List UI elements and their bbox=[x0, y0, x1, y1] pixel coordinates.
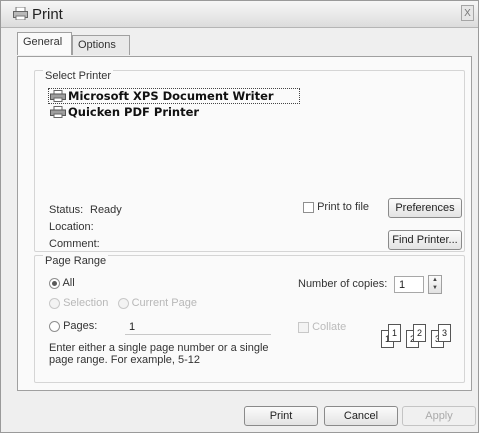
title-bar: Print X bbox=[1, 1, 478, 28]
range-all-label: All bbox=[62, 277, 75, 289]
cancel-button[interactable]: Cancel bbox=[324, 406, 398, 426]
range-selection-radio bbox=[49, 297, 60, 309]
range-pages-option[interactable]: Pages: bbox=[49, 320, 97, 332]
range-current-page-radio bbox=[117, 297, 129, 309]
print-to-file-option[interactable]: Print to file bbox=[303, 201, 369, 213]
collate-label: Collate bbox=[312, 321, 347, 333]
copies-spinner[interactable]: ▲ ▼ bbox=[428, 275, 442, 294]
collate-checkbox bbox=[298, 321, 309, 333]
page-range-group: Page Range All Selection Current Page Pa… bbox=[34, 255, 465, 383]
spin-up-icon[interactable]: ▲ bbox=[429, 276, 441, 284]
close-button[interactable]: X bbox=[461, 5, 474, 21]
print-to-file-label: Print to file bbox=[317, 201, 370, 213]
range-selection-label: Selection bbox=[63, 297, 109, 309]
printer-list: Microsoft XPS Document Writer Quicken PD… bbox=[48, 88, 300, 120]
collate-page-1-front: 1 bbox=[388, 324, 401, 342]
select-printer-label: Select Printer bbox=[43, 70, 114, 82]
pages-input[interactable] bbox=[125, 319, 271, 335]
collate-option: Collate bbox=[298, 321, 346, 333]
range-all-radio[interactable] bbox=[49, 277, 60, 289]
collate-page-2-front: 2 bbox=[413, 324, 426, 342]
spin-down-icon[interactable]: ▼ bbox=[429, 284, 441, 292]
apply-button: Apply bbox=[402, 406, 476, 426]
range-all-option[interactable]: All bbox=[49, 277, 75, 289]
collate-illustration: 1 1 2 2 3 3 bbox=[359, 318, 459, 363]
range-selection-option: Selection Current Page bbox=[49, 297, 197, 309]
print-dialog: Print X General Options Select Printer M… bbox=[0, 0, 479, 433]
printer-icon bbox=[50, 90, 66, 102]
printer-name: Microsoft XPS Document Writer bbox=[68, 89, 274, 103]
general-panel: Select Printer Microsoft XPS Document Wr… bbox=[17, 56, 472, 391]
find-printer-button[interactable]: Find Printer... bbox=[388, 230, 462, 250]
printer-icon bbox=[50, 106, 66, 118]
tab-options[interactable]: Options bbox=[72, 35, 130, 55]
range-current-page-label: Current Page bbox=[131, 297, 197, 309]
range-pages-label: Pages: bbox=[63, 320, 98, 332]
print-button[interactable]: Print bbox=[244, 406, 318, 426]
printer-item-xps[interactable]: Microsoft XPS Document Writer bbox=[48, 88, 300, 104]
location-label: Location: bbox=[49, 221, 94, 233]
preferences-button[interactable]: Preferences bbox=[388, 198, 462, 218]
tab-general[interactable]: General bbox=[17, 32, 72, 55]
page-range-hint: Enter either a single page number or a s… bbox=[49, 342, 269, 366]
range-pages-radio[interactable] bbox=[49, 320, 60, 332]
printer-icon bbox=[13, 7, 28, 20]
status-label: Status: bbox=[49, 204, 84, 216]
print-to-file-checkbox[interactable] bbox=[303, 201, 314, 213]
window-title: Print bbox=[32, 6, 63, 23]
page-range-label: Page Range bbox=[43, 255, 109, 267]
status-value: Ready bbox=[90, 204, 122, 216]
comment-label: Comment: bbox=[49, 238, 100, 250]
copies-label: Number of copies: bbox=[298, 278, 388, 290]
select-printer-group: Select Printer Microsoft XPS Document Wr… bbox=[34, 70, 465, 252]
printer-name: Quicken PDF Printer bbox=[68, 105, 200, 119]
printer-item-quicken[interactable]: Quicken PDF Printer bbox=[48, 104, 298, 120]
collate-page-3-front: 3 bbox=[438, 324, 451, 342]
copies-input[interactable] bbox=[394, 276, 424, 293]
